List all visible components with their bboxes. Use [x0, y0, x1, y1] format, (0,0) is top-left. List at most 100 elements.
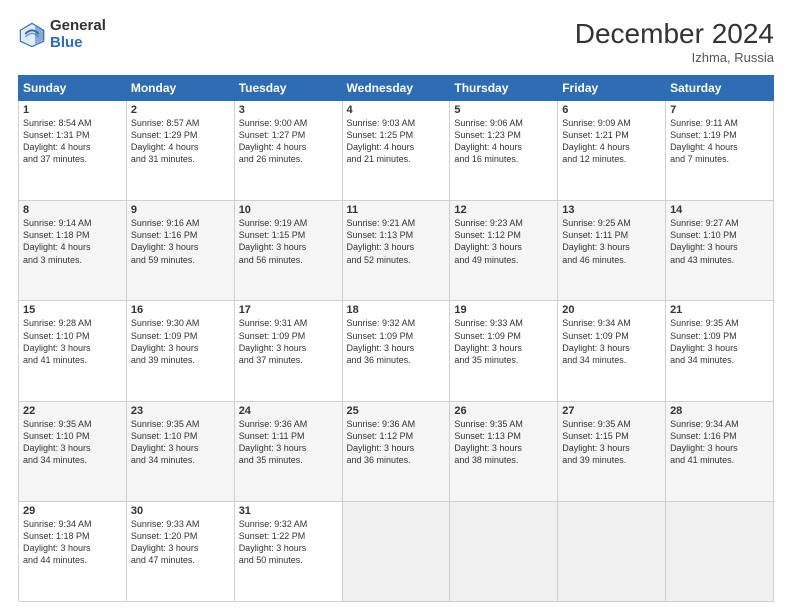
calendar-cell: 26Sunrise: 9:35 AM Sunset: 1:13 PM Dayli… — [450, 401, 558, 501]
day-info: Sunrise: 9:32 AM Sunset: 1:09 PM Dayligh… — [347, 317, 446, 366]
day-number: 29 — [23, 505, 122, 517]
calendar-cell: 31Sunrise: 9:32 AM Sunset: 1:22 PM Dayli… — [234, 501, 342, 601]
calendar-body: 1Sunrise: 8:54 AM Sunset: 1:31 PM Daylig… — [19, 101, 774, 602]
day-info: Sunrise: 9:11 AM Sunset: 1:19 PM Dayligh… — [670, 117, 769, 166]
calendar-cell: 4Sunrise: 9:03 AM Sunset: 1:25 PM Daylig… — [342, 101, 450, 201]
day-number: 2 — [131, 104, 230, 116]
day-info: Sunrise: 9:03 AM Sunset: 1:25 PM Dayligh… — [347, 117, 446, 166]
day-info: Sunrise: 9:35 AM Sunset: 1:10 PM Dayligh… — [23, 418, 122, 467]
calendar: SundayMondayTuesdayWednesdayThursdayFrid… — [18, 75, 774, 602]
calendar-cell: 28Sunrise: 9:34 AM Sunset: 1:16 PM Dayli… — [666, 401, 774, 501]
weekday-row: SundayMondayTuesdayWednesdayThursdayFrid… — [19, 76, 774, 101]
day-info: Sunrise: 9:19 AM Sunset: 1:15 PM Dayligh… — [239, 217, 338, 266]
logo: General Blue — [18, 18, 106, 51]
day-info: Sunrise: 9:28 AM Sunset: 1:10 PM Dayligh… — [23, 317, 122, 366]
day-info: Sunrise: 9:06 AM Sunset: 1:23 PM Dayligh… — [454, 117, 553, 166]
day-number: 1 — [23, 104, 122, 116]
calendar-cell: 6Sunrise: 9:09 AM Sunset: 1:21 PM Daylig… — [558, 101, 666, 201]
calendar-cell: 7Sunrise: 9:11 AM Sunset: 1:19 PM Daylig… — [666, 101, 774, 201]
calendar-cell: 14Sunrise: 9:27 AM Sunset: 1:10 PM Dayli… — [666, 201, 774, 301]
calendar-week-row: 1Sunrise: 8:54 AM Sunset: 1:31 PM Daylig… — [19, 101, 774, 201]
weekday-header: Sunday — [19, 76, 127, 101]
calendar-cell: 11Sunrise: 9:21 AM Sunset: 1:13 PM Dayli… — [342, 201, 450, 301]
day-number: 23 — [131, 405, 230, 417]
day-info: Sunrise: 9:21 AM Sunset: 1:13 PM Dayligh… — [347, 217, 446, 266]
month-title: December 2024 — [575, 18, 774, 50]
day-number: 25 — [347, 405, 446, 417]
calendar-cell: 16Sunrise: 9:30 AM Sunset: 1:09 PM Dayli… — [126, 301, 234, 401]
calendar-cell: 18Sunrise: 9:32 AM Sunset: 1:09 PM Dayli… — [342, 301, 450, 401]
day-info: Sunrise: 9:00 AM Sunset: 1:27 PM Dayligh… — [239, 117, 338, 166]
calendar-week-row: 8Sunrise: 9:14 AM Sunset: 1:18 PM Daylig… — [19, 201, 774, 301]
day-number: 31 — [239, 505, 338, 517]
calendar-cell: 20Sunrise: 9:34 AM Sunset: 1:09 PM Dayli… — [558, 301, 666, 401]
calendar-cell: 2Sunrise: 8:57 AM Sunset: 1:29 PM Daylig… — [126, 101, 234, 201]
calendar-cell: 29Sunrise: 9:34 AM Sunset: 1:18 PM Dayli… — [19, 501, 127, 601]
day-info: Sunrise: 9:36 AM Sunset: 1:12 PM Dayligh… — [347, 418, 446, 467]
day-number: 10 — [239, 204, 338, 216]
day-number: 17 — [239, 304, 338, 316]
calendar-cell: 17Sunrise: 9:31 AM Sunset: 1:09 PM Dayli… — [234, 301, 342, 401]
day-number: 15 — [23, 304, 122, 316]
day-number: 30 — [131, 505, 230, 517]
weekday-header: Wednesday — [342, 76, 450, 101]
day-info: Sunrise: 9:14 AM Sunset: 1:18 PM Dayligh… — [23, 217, 122, 266]
day-info: Sunrise: 9:31 AM Sunset: 1:09 PM Dayligh… — [239, 317, 338, 366]
day-info: Sunrise: 9:33 AM Sunset: 1:20 PM Dayligh… — [131, 518, 230, 567]
day-info: Sunrise: 9:27 AM Sunset: 1:10 PM Dayligh… — [670, 217, 769, 266]
day-info: Sunrise: 9:30 AM Sunset: 1:09 PM Dayligh… — [131, 317, 230, 366]
calendar-cell: 13Sunrise: 9:25 AM Sunset: 1:11 PM Dayli… — [558, 201, 666, 301]
day-number: 27 — [562, 405, 661, 417]
calendar-cell: 25Sunrise: 9:36 AM Sunset: 1:12 PM Dayli… — [342, 401, 450, 501]
title-block: December 2024 Izhma, Russia — [575, 18, 774, 65]
page: General Blue December 2024 Izhma, Russia… — [0, 0, 792, 612]
calendar-cell: 1Sunrise: 8:54 AM Sunset: 1:31 PM Daylig… — [19, 101, 127, 201]
day-info: Sunrise: 9:34 AM Sunset: 1:18 PM Dayligh… — [23, 518, 122, 567]
calendar-cell: 5Sunrise: 9:06 AM Sunset: 1:23 PM Daylig… — [450, 101, 558, 201]
day-number: 9 — [131, 204, 230, 216]
day-info: Sunrise: 9:35 AM Sunset: 1:15 PM Dayligh… — [562, 418, 661, 467]
day-info: Sunrise: 9:36 AM Sunset: 1:11 PM Dayligh… — [239, 418, 338, 467]
day-number: 19 — [454, 304, 553, 316]
day-number: 5 — [454, 104, 553, 116]
calendar-cell: 8Sunrise: 9:14 AM Sunset: 1:18 PM Daylig… — [19, 201, 127, 301]
day-info: Sunrise: 9:09 AM Sunset: 1:21 PM Dayligh… — [562, 117, 661, 166]
day-number: 8 — [23, 204, 122, 216]
calendar-week-row: 15Sunrise: 9:28 AM Sunset: 1:10 PM Dayli… — [19, 301, 774, 401]
calendar-cell: 3Sunrise: 9:00 AM Sunset: 1:27 PM Daylig… — [234, 101, 342, 201]
day-number: 13 — [562, 204, 661, 216]
calendar-cell: 24Sunrise: 9:36 AM Sunset: 1:11 PM Dayli… — [234, 401, 342, 501]
calendar-cell: 21Sunrise: 9:35 AM Sunset: 1:09 PM Dayli… — [666, 301, 774, 401]
day-number: 3 — [239, 104, 338, 116]
logo-blue: Blue — [50, 35, 106, 52]
day-number: 21 — [670, 304, 769, 316]
weekday-header: Saturday — [666, 76, 774, 101]
day-number: 20 — [562, 304, 661, 316]
calendar-cell: 9Sunrise: 9:16 AM Sunset: 1:16 PM Daylig… — [126, 201, 234, 301]
day-info: Sunrise: 9:32 AM Sunset: 1:22 PM Dayligh… — [239, 518, 338, 567]
weekday-header: Tuesday — [234, 76, 342, 101]
weekday-header: Thursday — [450, 76, 558, 101]
day-number: 6 — [562, 104, 661, 116]
day-info: Sunrise: 9:16 AM Sunset: 1:16 PM Dayligh… — [131, 217, 230, 266]
day-info: Sunrise: 9:25 AM Sunset: 1:11 PM Dayligh… — [562, 217, 661, 266]
day-info: Sunrise: 9:23 AM Sunset: 1:12 PM Dayligh… — [454, 217, 553, 266]
calendar-header: SundayMondayTuesdayWednesdayThursdayFrid… — [19, 76, 774, 101]
calendar-week-row: 22Sunrise: 9:35 AM Sunset: 1:10 PM Dayli… — [19, 401, 774, 501]
calendar-cell: 19Sunrise: 9:33 AM Sunset: 1:09 PM Dayli… — [450, 301, 558, 401]
weekday-header: Friday — [558, 76, 666, 101]
day-number: 16 — [131, 304, 230, 316]
calendar-week-row: 29Sunrise: 9:34 AM Sunset: 1:18 PM Dayli… — [19, 501, 774, 601]
day-info: Sunrise: 9:35 AM Sunset: 1:13 PM Dayligh… — [454, 418, 553, 467]
calendar-cell: 10Sunrise: 9:19 AM Sunset: 1:15 PM Dayli… — [234, 201, 342, 301]
calendar-cell — [450, 501, 558, 601]
logo-general: General — [50, 18, 106, 35]
day-info: Sunrise: 9:33 AM Sunset: 1:09 PM Dayligh… — [454, 317, 553, 366]
calendar-cell: 27Sunrise: 9:35 AM Sunset: 1:15 PM Dayli… — [558, 401, 666, 501]
calendar-cell: 23Sunrise: 9:35 AM Sunset: 1:10 PM Dayli… — [126, 401, 234, 501]
calendar-cell — [342, 501, 450, 601]
day-info: Sunrise: 9:35 AM Sunset: 1:10 PM Dayligh… — [131, 418, 230, 467]
day-number: 28 — [670, 405, 769, 417]
day-number: 4 — [347, 104, 446, 116]
calendar-cell: 15Sunrise: 9:28 AM Sunset: 1:10 PM Dayli… — [19, 301, 127, 401]
